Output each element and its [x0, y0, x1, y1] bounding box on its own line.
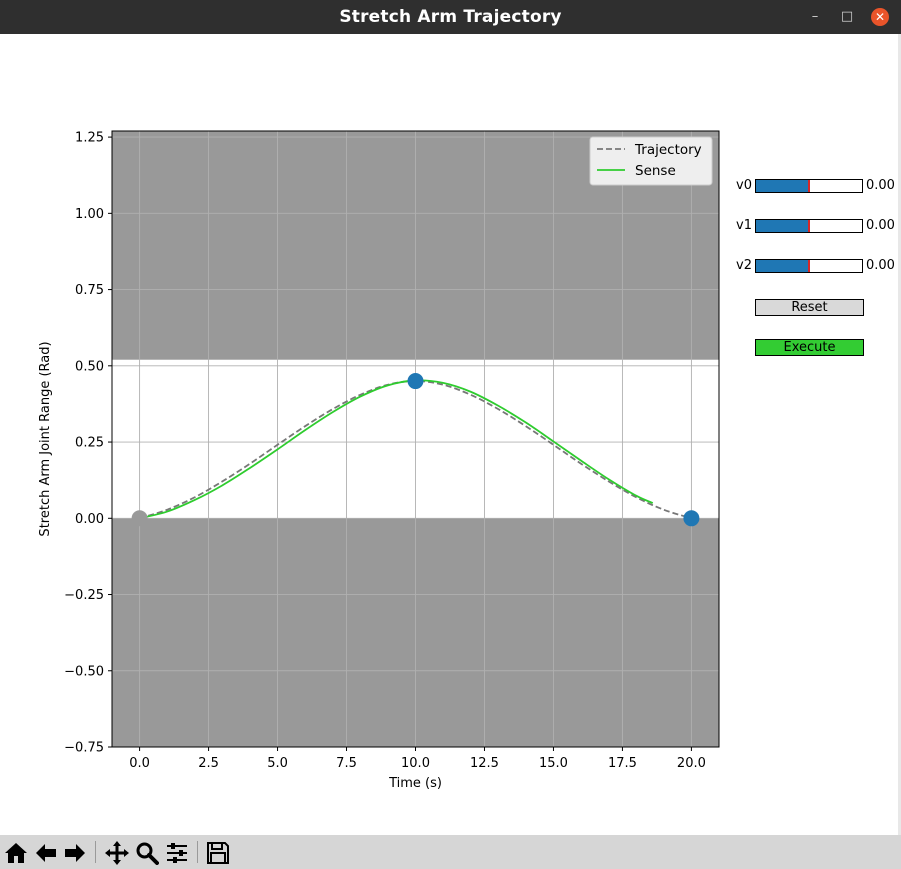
zoom-button[interactable]: [134, 840, 160, 866]
x-tick-label: 7.5: [336, 756, 357, 771]
y-tick-label: 0.50: [75, 359, 104, 374]
slider-v0-value: 0.00: [866, 178, 895, 193]
execute-button[interactable]: Execute: [755, 339, 864, 356]
legend-trajectory-label: Trajectory: [634, 142, 702, 158]
slider-v2-fill: [756, 260, 809, 272]
navigation-toolbar: [0, 835, 901, 869]
home-icon: [5, 843, 27, 863]
x-ticks: 0.0 2.5 5.0 7.5 10.0 12.5 15.0 17.5 20.0: [129, 747, 706, 771]
waypoint-marker: [131, 510, 148, 527]
save-icon: [207, 842, 229, 864]
x-tick-label: 20.0: [677, 756, 706, 771]
x-tick-label: 0.0: [129, 756, 150, 771]
reset-button[interactable]: Reset: [755, 299, 864, 316]
waypoint-marker: [407, 373, 424, 390]
y-tick-label: 0.00: [75, 512, 104, 527]
toolbar-separator: [95, 841, 96, 863]
y-tick-label: −0.75: [64, 741, 104, 756]
legend: Trajectory Sense: [589, 136, 713, 186]
slider-v1-fill: [756, 220, 809, 232]
y-tick-label: −0.25: [64, 588, 104, 603]
x-axis-label: Time (s): [388, 776, 442, 791]
x-tick-label: 5.0: [267, 756, 288, 771]
slider-v2-label: v2: [736, 258, 752, 273]
slider-v1[interactable]: [755, 219, 863, 233]
x-tick-label: 17.5: [608, 756, 637, 771]
slider-v0-fill: [756, 180, 809, 192]
toolbar-separator: [197, 841, 198, 863]
y-tick-label: 0.25: [75, 436, 104, 451]
slider-v1-value: 0.00: [866, 218, 895, 233]
pan-icon: [105, 841, 129, 865]
close-button[interactable]: ✕: [871, 8, 889, 26]
x-tick-label: 10.0: [401, 756, 430, 771]
trajectory-plot[interactable]: 0.0 2.5 5.0 7.5 10.0 12.5 15.0 17.5 20.0 −0.75−0…: [0, 34, 760, 834]
slider-v0[interactable]: [755, 179, 863, 193]
back-button[interactable]: [33, 840, 59, 866]
y-tick-label: 1.00: [75, 207, 104, 222]
home-button[interactable]: [3, 840, 29, 866]
y-ticks: −0.75 −0.50 −0.25 0.00 0.25 0.50 0.75 1.00 1.25: [64, 131, 112, 756]
waypoint-marker: [683, 510, 700, 527]
configure-subplots-button[interactable]: [164, 840, 190, 866]
y-tick-label: 1.25: [75, 131, 104, 146]
slider-v2-value: 0.00: [866, 258, 895, 273]
zoom-icon: [136, 842, 159, 865]
configure-subplots-icon: [167, 843, 187, 863]
legend-sense-label: Sense: [635, 163, 676, 179]
maximize-button[interactable]: □: [838, 8, 856, 26]
slider-v0-label: v0: [736, 178, 752, 193]
slider-v2[interactable]: [755, 259, 863, 273]
series-sense-line: [139, 379, 654, 520]
x-tick-label: 2.5: [198, 756, 219, 771]
y-tick-label: −0.50: [64, 664, 104, 679]
window-titlebar: Stretch Arm Trajectory – □ ✕: [0, 0, 901, 34]
slider-v0-marker: [808, 180, 810, 192]
x-tick-label: 15.0: [539, 756, 568, 771]
y-axis-label: Stretch Arm Joint Range (Rad): [38, 341, 53, 536]
pan-button[interactable]: [104, 840, 130, 866]
y-tick-label: 0.75: [75, 283, 104, 298]
forward-arrow-icon: [65, 844, 85, 862]
slider-v1-label: v1: [736, 218, 752, 233]
back-arrow-icon: [36, 844, 56, 862]
save-button[interactable]: [205, 840, 231, 866]
slider-v2-marker: [808, 260, 810, 272]
forward-button[interactable]: [62, 840, 88, 866]
x-tick-label: 12.5: [470, 756, 499, 771]
minimize-button[interactable]: –: [806, 8, 824, 26]
slider-v1-marker: [808, 220, 810, 232]
window-title: Stretch Arm Trajectory: [339, 7, 562, 27]
